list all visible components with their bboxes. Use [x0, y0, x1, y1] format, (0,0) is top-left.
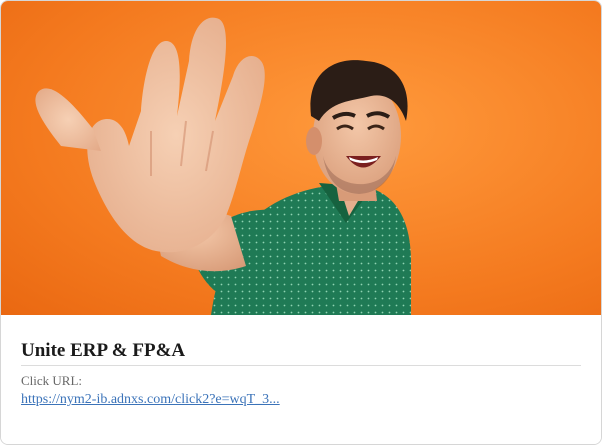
click-url-label: Click URL:	[21, 373, 83, 388]
title-divider	[21, 365, 581, 366]
man-waving-image	[1, 1, 601, 315]
click-url-link[interactable]: https://nym2-ib.adnxs.com/click2?e=wqT_3…	[21, 391, 280, 409]
ad-details: Unite ERP & FP&A Click URL: https://nym2…	[1, 315, 601, 444]
ad-creative-image[interactable]	[1, 1, 601, 315]
ad-preview-card: Unite ERP & FP&A Click URL: https://nym2…	[0, 0, 602, 445]
ad-title: Unite ERP & FP&A	[21, 340, 186, 361]
